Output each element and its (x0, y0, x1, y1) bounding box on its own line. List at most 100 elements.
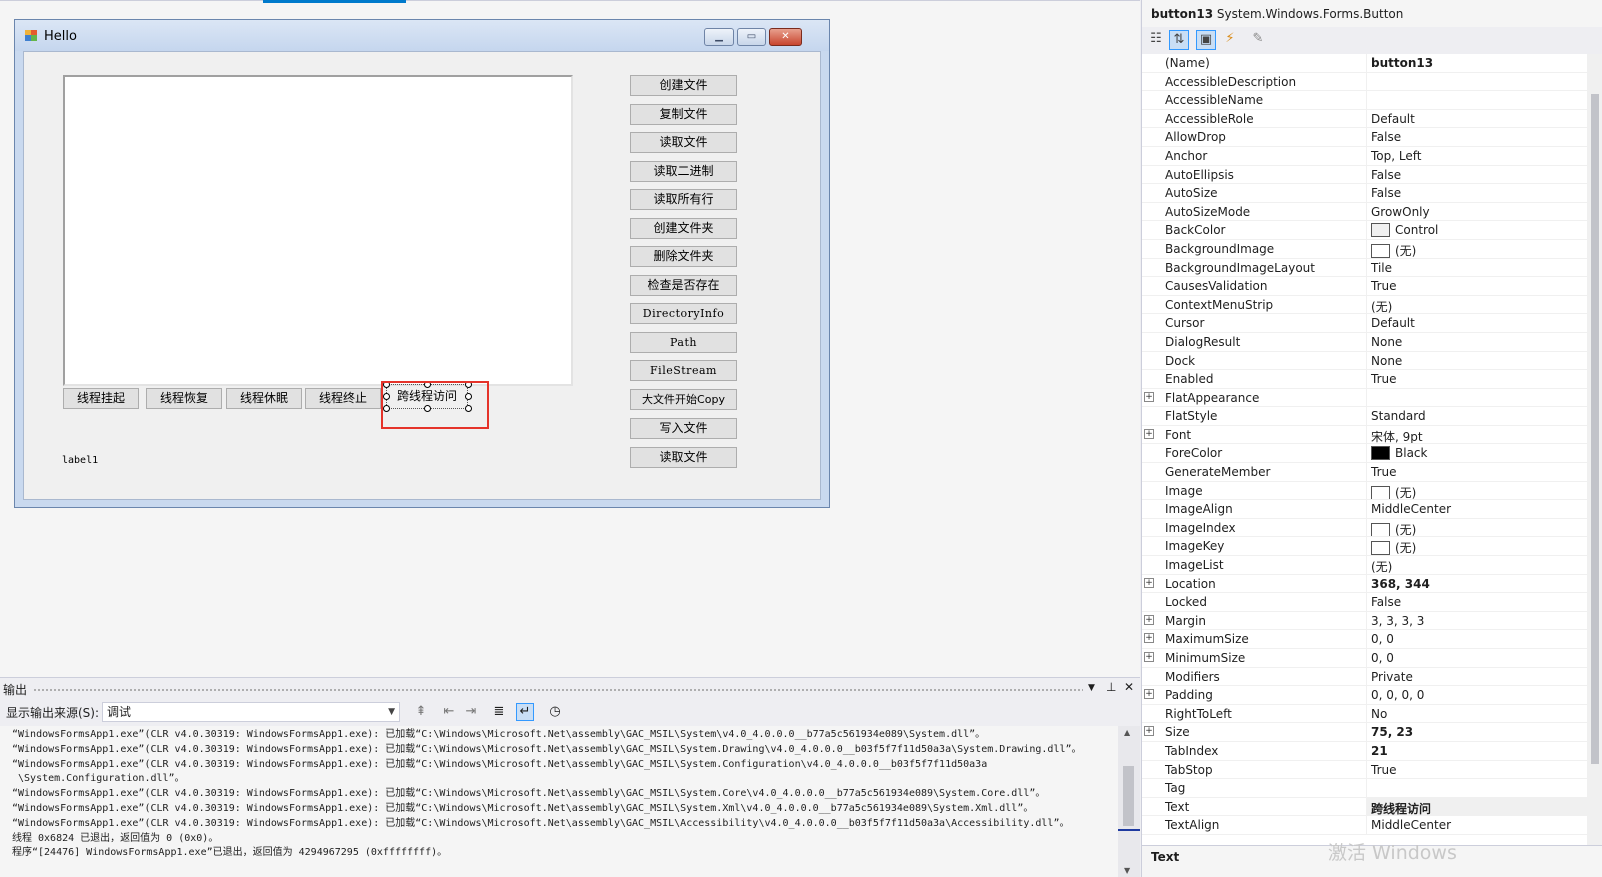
property-value[interactable]: Default (1366, 314, 1587, 332)
word-wrap-icon[interactable]: ↵ (516, 703, 534, 721)
property-row[interactable]: DialogResult None (1142, 332, 1587, 352)
output-text-area[interactable]: “WindowsFormsApp1.exe”(CLR v4.0.30319: W… (0, 726, 1118, 877)
property-row[interactable]: RightToLeft No (1142, 704, 1587, 724)
close-icon[interactable]: ✕ (1124, 680, 1134, 694)
property-value[interactable]: (无) (1366, 556, 1587, 574)
property-row[interactable]: + Location 368, 344 (1142, 574, 1587, 594)
properties-icon[interactable]: ▣ (1196, 30, 1216, 50)
property-row[interactable]: AutoSizeMode GrowOnly (1142, 202, 1587, 222)
alphabetical-icon[interactable]: ⇅ (1169, 30, 1189, 50)
property-value[interactable]: None (1366, 332, 1587, 351)
path-button[interactable]: Path (630, 332, 737, 353)
property-row[interactable]: AccessibleDescription (1142, 72, 1587, 92)
previous-message-icon[interactable]: ⇤ (440, 703, 458, 721)
property-row[interactable]: Locked False (1142, 593, 1587, 612)
property-row[interactable]: + MinimumSize 0, 0 (1142, 649, 1587, 668)
property-value[interactable]: 3, 3, 3, 3 (1366, 611, 1587, 630)
read-all-lines-button[interactable]: 读取所有行 (630, 189, 737, 210)
property-value[interactable] (1366, 388, 1587, 407)
property-row[interactable]: ImageList (无) (1142, 556, 1587, 575)
check-exists-button[interactable]: 检查是否存在 (630, 275, 737, 296)
property-value[interactable]: True (1366, 370, 1587, 388)
label1[interactable]: label1 (62, 455, 98, 466)
property-value[interactable] (1366, 72, 1587, 91)
expand-icon[interactable]: + (1144, 614, 1154, 625)
property-row[interactable]: Text 跨线程访问 (1142, 797, 1587, 817)
property-value[interactable]: None (1366, 351, 1587, 370)
dropdown-arrow-icon[interactable]: ▼ (1088, 683, 1095, 693)
property-row[interactable]: + Padding 0, 0, 0, 0 (1142, 686, 1587, 705)
copy-file-button[interactable]: 复制文件 (630, 104, 737, 125)
property-value[interactable]: (无) (1366, 239, 1587, 258)
property-value[interactable]: 跨线程访问 (1366, 797, 1587, 816)
output-textbox[interactable] (63, 75, 573, 386)
create-file-button[interactable]: 创建文件 (630, 75, 737, 96)
property-value[interactable]: MiddleCenter (1366, 816, 1587, 834)
clock-icon[interactable]: ◷ (546, 703, 564, 721)
property-row[interactable]: AutoEllipsis False (1142, 165, 1587, 185)
property-value[interactable]: True (1366, 277, 1587, 295)
property-row[interactable]: Dock None (1142, 351, 1587, 371)
property-row[interactable]: CausesValidation True (1142, 277, 1587, 296)
expand-icon[interactable]: + (1144, 652, 1154, 662)
close-button[interactable]: ✕ (769, 28, 802, 46)
thread-suspend-button[interactable]: 线程挂起 (63, 388, 139, 409)
directoryinfo-button[interactable]: DirectoryInfo (630, 303, 737, 324)
write-file-button[interactable]: 写入文件 (630, 418, 737, 439)
property-row[interactable]: Cursor Default (1142, 314, 1587, 333)
property-value[interactable]: False (1366, 184, 1587, 202)
scroll-thumb[interactable] (1123, 766, 1134, 826)
output-scrollbar[interactable]: ▲ ▼ (1118, 726, 1140, 877)
property-row[interactable]: Tag (1142, 779, 1587, 798)
create-folder-button[interactable]: 创建文件夹 (630, 218, 737, 239)
scroll-up-icon[interactable]: ▲ (1124, 728, 1130, 737)
property-row[interactable]: + MaximumSize 0, 0 (1142, 630, 1587, 649)
property-row[interactable]: Modifiers Private (1142, 667, 1587, 687)
property-value[interactable]: button13 (1366, 54, 1587, 72)
property-value[interactable]: Private (1366, 667, 1587, 686)
large-file-copy-button[interactable]: 大文件开始Copy (630, 389, 737, 410)
property-value[interactable]: True (1366, 463, 1587, 481)
filestream-button[interactable]: FileStream (630, 360, 737, 381)
expand-icon[interactable]: + (1144, 577, 1154, 588)
property-value[interactable]: 0, 0 (1366, 630, 1587, 648)
read-file-2-button[interactable]: 读取文件 (630, 447, 737, 468)
next-message-icon[interactable]: ⇥ (462, 703, 480, 721)
property-value[interactable]: (无) (1366, 295, 1587, 314)
property-value[interactable] (1366, 91, 1587, 109)
property-row[interactable]: ForeColor Black (1142, 444, 1587, 464)
form-title-bar[interactable]: Hello ▁ ▭ ✕ (15, 20, 829, 51)
property-row[interactable]: AutoSize False (1142, 184, 1587, 203)
property-value[interactable]: 宋体, 9pt (1366, 425, 1587, 444)
property-row[interactable]: (Name) button13 (1142, 54, 1587, 73)
property-row[interactable]: AccessibleName (1142, 91, 1587, 110)
designer-surface[interactable]: Hello ▁ ▭ ✕ 创建文件 复制文件 读取文件 读取二进制 读取所有行 创… (0, 0, 1140, 678)
property-row[interactable]: ImageAlign MiddleCenter (1142, 500, 1587, 519)
expand-icon[interactable]: + (1144, 689, 1154, 700)
property-row[interactable]: Image (无) (1142, 481, 1587, 501)
pin-icon[interactable]: ⊥ (1106, 680, 1116, 694)
thread-resume-button[interactable]: 线程恢复 (146, 388, 222, 409)
property-value[interactable]: False (1366, 165, 1587, 184)
categorized-icon[interactable]: ☷ (1146, 30, 1166, 50)
property-value[interactable]: False (1366, 593, 1587, 611)
property-value[interactable]: False (1366, 128, 1587, 146)
property-value[interactable]: No (1366, 704, 1587, 723)
property-value[interactable]: 21 (1366, 741, 1587, 760)
expand-icon[interactable]: + (1144, 428, 1154, 439)
property-row[interactable]: TabIndex 21 (1142, 741, 1587, 761)
property-value[interactable]: 0, 0 (1366, 649, 1587, 667)
expand-icon[interactable]: + (1144, 391, 1154, 402)
property-value[interactable] (1366, 779, 1587, 797)
property-row[interactable]: + Margin 3, 3, 3, 3 (1142, 611, 1587, 631)
scroll-thumb[interactable] (1591, 94, 1599, 764)
property-row[interactable]: + Font 宋体, 9pt (1142, 425, 1587, 445)
property-value[interactable]: (无) (1366, 518, 1587, 537)
property-row[interactable]: GenerateMember True (1142, 463, 1587, 482)
property-value[interactable]: Tile (1366, 258, 1587, 277)
maximize-button[interactable]: ▭ (737, 28, 766, 46)
property-value[interactable]: Default (1366, 109, 1587, 128)
expand-icon[interactable]: + (1144, 726, 1154, 737)
output-source-select[interactable]: 调试 ▼ (102, 702, 400, 722)
property-row[interactable]: ImageIndex (无) (1142, 518, 1587, 538)
